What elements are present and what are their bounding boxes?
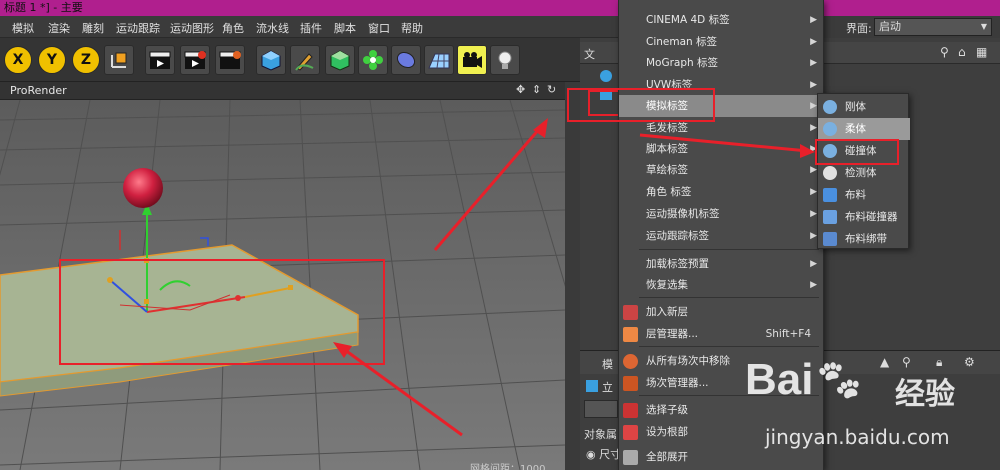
watermark-brand: Bai🐾︎: [745, 355, 864, 405]
paw-icon: 🐾︎: [813, 359, 865, 403]
baidu-watermark: Bai🐾︎ 经验 jingyan.baidu.com: [745, 355, 995, 470]
watermark-brand2: 经验: [895, 377, 955, 412]
annotation-arrowhead-collider-icon: [800, 144, 815, 158]
watermark-url: jingyan.baidu.com: [765, 425, 950, 449]
annotation-arrow-collider: [639, 133, 809, 153]
watermark-brand-text: Bai: [745, 355, 814, 404]
